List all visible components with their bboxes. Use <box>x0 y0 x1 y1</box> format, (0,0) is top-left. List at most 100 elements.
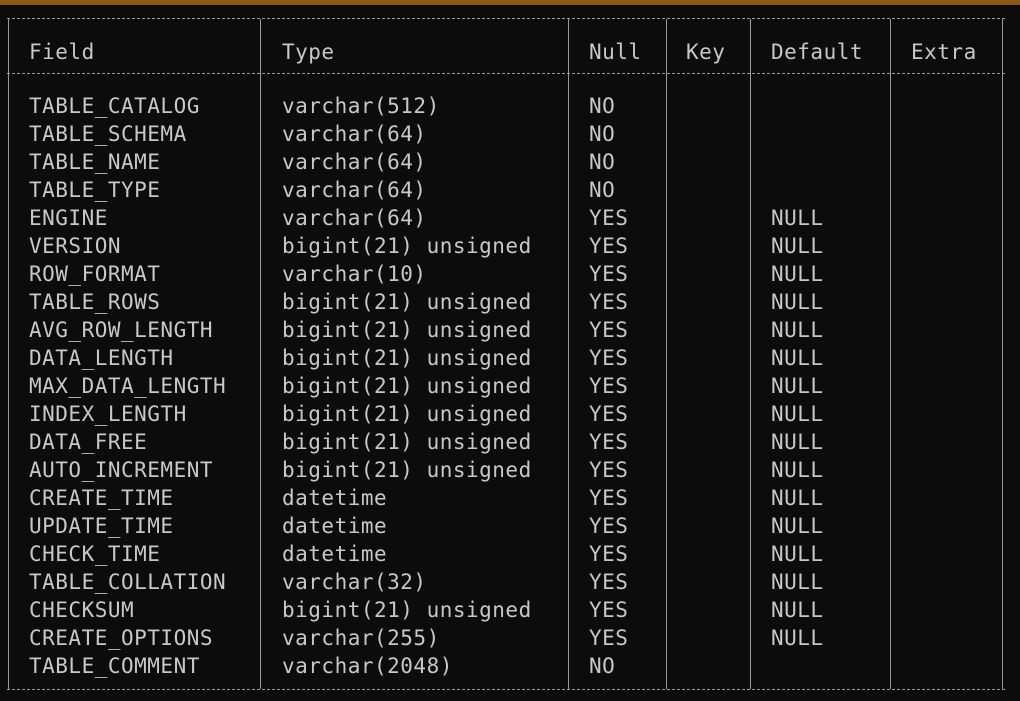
cell-type: varchar(10) <box>282 262 427 286</box>
cell-null: YES <box>589 290 629 314</box>
cell-null: YES <box>589 402 629 426</box>
cell-null: YES <box>589 234 629 258</box>
cell-null: NO <box>589 654 616 678</box>
cell-null: YES <box>589 626 629 650</box>
cell-null: YES <box>589 486 629 510</box>
table-border-bottom <box>7 689 1005 690</box>
cell-type: varchar(64) <box>282 178 427 202</box>
table-row: TABLE_CATALOG varchar(512) NO <box>0 92 1020 120</box>
cell-field: TABLE_COLLATION <box>29 570 227 594</box>
cell-default: NULL <box>771 262 824 286</box>
cell-type: bigint(21) unsigned <box>282 430 532 454</box>
cell-null: YES <box>589 346 629 370</box>
cell-type: varchar(32) <box>282 570 427 594</box>
cell-type: bigint(21) unsigned <box>282 318 532 342</box>
cell-field: AUTO_INCREMENT <box>29 458 214 482</box>
cell-null: NO <box>589 150 616 174</box>
cell-default: NULL <box>771 402 824 426</box>
table-row: CHECK_TIME datetime YES NULL <box>0 540 1020 568</box>
cell-null: YES <box>589 206 629 230</box>
cell-field: TABLE_COMMENT <box>29 654 200 678</box>
cell-field: DATA_FREE <box>29 430 148 454</box>
cell-field: ENGINE <box>29 206 108 230</box>
table-row: DATA_LENGTH bigint(21) unsigned YES NULL <box>0 344 1020 372</box>
header-default: Default <box>771 40 864 64</box>
table-row: CHECKSUM bigint(21) unsigned YES NULL <box>0 596 1020 624</box>
table-row: TABLE_COMMENT varchar(2048) NO <box>0 652 1020 680</box>
cell-type: datetime <box>282 486 388 510</box>
cell-null: YES <box>589 458 629 482</box>
table-border-header <box>7 73 1005 74</box>
cell-field: CREATE_TIME <box>29 486 174 510</box>
table-row: TABLE_NAME varchar(64) NO <box>0 148 1020 176</box>
cell-null: YES <box>589 430 629 454</box>
cell-type: bigint(21) unsigned <box>282 458 532 482</box>
cell-field: INDEX_LENGTH <box>29 402 187 426</box>
table-row: INDEX_LENGTH bigint(21) unsigned YES NUL… <box>0 400 1020 428</box>
cell-field: TABLE_NAME <box>29 150 161 174</box>
cell-field: UPDATE_TIME <box>29 514 174 538</box>
cell-field: AVG_ROW_LENGTH <box>29 318 214 342</box>
table-row: DATA_FREE bigint(21) unsigned YES NULL <box>0 428 1020 456</box>
cell-type: bigint(21) unsigned <box>282 598 532 622</box>
header-null: Null <box>589 40 642 64</box>
cell-field: ROW_FORMAT <box>29 262 161 286</box>
cell-field: TABLE_CATALOG <box>29 94 200 118</box>
cell-type: bigint(21) unsigned <box>282 402 532 426</box>
cell-type: varchar(255) <box>282 626 440 650</box>
cell-type: varchar(64) <box>282 206 427 230</box>
cell-null: NO <box>589 178 616 202</box>
cell-default: NULL <box>771 486 824 510</box>
cell-field: DATA_LENGTH <box>29 346 174 370</box>
header-extra: Extra <box>911 40 977 64</box>
cell-null: YES <box>589 374 629 398</box>
cell-field: VERSION <box>29 234 122 258</box>
cell-field: TABLE_ROWS <box>29 290 161 314</box>
table-row: TABLE_COLLATION varchar(32) YES NULL <box>0 568 1020 596</box>
cell-field: TABLE_SCHEMA <box>29 122 187 146</box>
cell-field: TABLE_TYPE <box>29 178 161 202</box>
table-row: TABLE_ROWS bigint(21) unsigned YES NULL <box>0 288 1020 316</box>
cell-field: CHECK_TIME <box>29 542 161 566</box>
cell-default: NULL <box>771 598 824 622</box>
cell-type: datetime <box>282 542 388 566</box>
cell-type: varchar(512) <box>282 94 440 118</box>
cell-null: YES <box>589 598 629 622</box>
header-field: Field <box>29 40 95 64</box>
table-border-top <box>7 18 1005 19</box>
cell-type: bigint(21) unsigned <box>282 290 532 314</box>
table-row: CREATE_TIME datetime YES NULL <box>0 484 1020 512</box>
cell-type: varchar(2048) <box>282 654 453 678</box>
cell-null: YES <box>589 318 629 342</box>
cell-null: NO <box>589 122 616 146</box>
table-row: AUTO_INCREMENT bigint(21) unsigned YES N… <box>0 456 1020 484</box>
table-row: TABLE_TYPE varchar(64) NO <box>0 176 1020 204</box>
cell-default: NULL <box>771 290 824 314</box>
cell-null: YES <box>589 262 629 286</box>
cell-field: CREATE_OPTIONS <box>29 626 214 650</box>
cell-null: NO <box>589 94 616 118</box>
cell-type: bigint(21) unsigned <box>282 234 532 258</box>
table-body: TABLE_CATALOG varchar(512) NO TABLE_SCHE… <box>0 92 1020 680</box>
table-row: ENGINE varchar(64) YES NULL <box>0 204 1020 232</box>
header-key: Key <box>686 40 726 64</box>
cell-type: bigint(21) unsigned <box>282 346 532 370</box>
cell-default: NULL <box>771 458 824 482</box>
cell-default: NULL <box>771 318 824 342</box>
cell-null: YES <box>589 570 629 594</box>
cell-null: YES <box>589 542 629 566</box>
table-row: AVG_ROW_LENGTH bigint(21) unsigned YES N… <box>0 316 1020 344</box>
cell-type: varchar(64) <box>282 122 427 146</box>
table-row: TABLE_SCHEMA varchar(64) NO <box>0 120 1020 148</box>
cell-type: bigint(21) unsigned <box>282 374 532 398</box>
cell-field: CHECKSUM <box>29 598 135 622</box>
cell-default: NULL <box>771 234 824 258</box>
cell-default: NULL <box>771 346 824 370</box>
table-row: MAX_DATA_LENGTH bigint(21) unsigned YES … <box>0 372 1020 400</box>
cell-null: YES <box>589 514 629 538</box>
cell-default: NULL <box>771 626 824 650</box>
table-row: VERSION bigint(21) unsigned YES NULL <box>0 232 1020 260</box>
cell-type: varchar(64) <box>282 150 427 174</box>
table-row: UPDATE_TIME datetime YES NULL <box>0 512 1020 540</box>
table-row: ROW_FORMAT varchar(10) YES NULL <box>0 260 1020 288</box>
